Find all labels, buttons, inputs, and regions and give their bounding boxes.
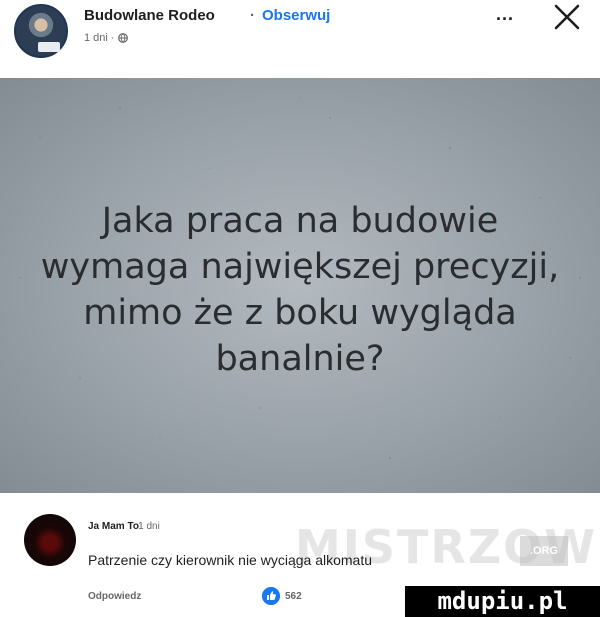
reply-button[interactable]: Odpowiedz (88, 591, 141, 602)
comment-time[interactable]: · 1 dni (132, 521, 160, 532)
page-avatar[interactable] (14, 4, 68, 58)
post-meta: 1 dni · (84, 32, 128, 44)
like-count: 562 (285, 591, 302, 602)
globe-icon (117, 33, 128, 43)
comment-text: Patrzenie czy kierownik nie wyciąga alko… (88, 552, 373, 568)
post-text-line: wymaga największej precyzji, (40, 247, 560, 287)
commenter-avatar[interactable] (24, 514, 76, 566)
post-text-line: mimo że z boku wygląda (83, 293, 517, 333)
site-watermark-org: .ORG (520, 536, 568, 566)
post-image[interactable]: Jaka praca na budowie wymaga największej… (0, 78, 600, 493)
post-header: Budowlane Rodeo · Obserwuj 1 dni · ... (0, 0, 600, 78)
site-watermark-bottom: mdupiu.pl (405, 586, 600, 617)
post-text-line: Jaka praca na budowie (101, 201, 499, 241)
meta-separator: · (110, 32, 115, 44)
page-name-link[interactable]: Budowlane Rodeo (84, 7, 215, 24)
post-image-text: Jaka praca na budowie wymaga największej… (0, 198, 600, 382)
thumbs-up-icon (262, 587, 280, 605)
close-icon[interactable] (550, 0, 584, 34)
avatar-badge (38, 42, 60, 52)
post-text-line: banalnie? (215, 339, 385, 379)
more-options-button[interactable]: ... (488, 5, 522, 30)
post-time[interactable]: 1 dni (84, 32, 108, 44)
header-separator: · (250, 7, 255, 24)
follow-button[interactable]: Obserwuj (262, 7, 330, 24)
